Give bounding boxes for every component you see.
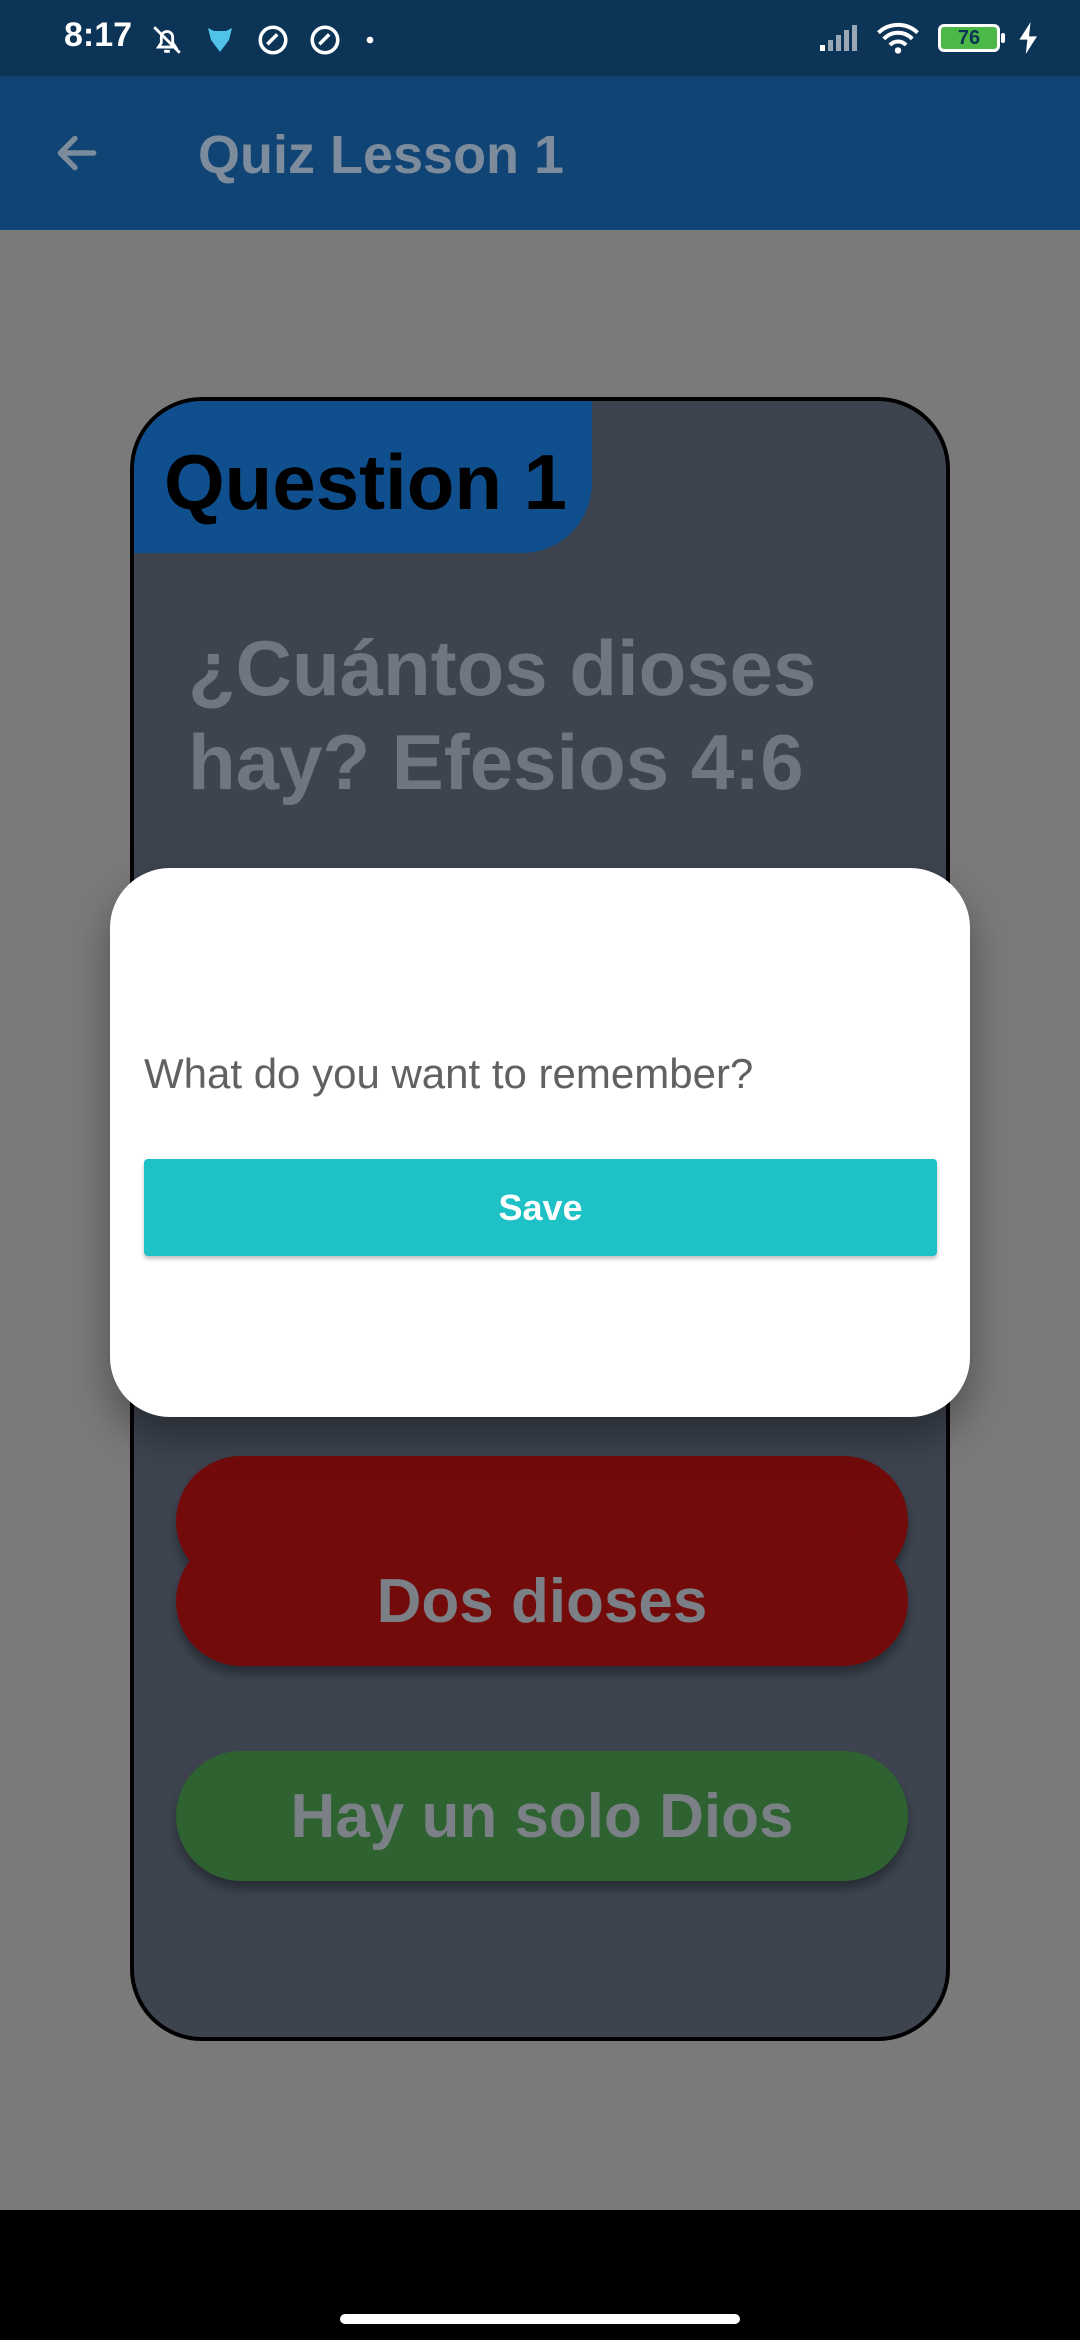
dot-icon xyxy=(366,36,374,44)
notification-icons xyxy=(150,22,380,58)
signal-icon xyxy=(820,25,857,51)
question-text: ¿Cuántos dioses hay? Efesios 4:6 xyxy=(188,624,817,806)
at-icon xyxy=(258,25,288,55)
app-logo-icon xyxy=(208,28,232,52)
page-title: Quiz Lesson 1 xyxy=(198,125,565,185)
save-button[interactable]: Save xyxy=(144,1159,937,1256)
question-badge: Question 1 xyxy=(134,401,592,553)
charging-icon xyxy=(1019,22,1037,54)
bell-off-icon xyxy=(153,26,181,54)
status-time: 8:17 xyxy=(64,16,133,54)
remember-dialog: What do you want to remember? Save xyxy=(110,868,970,1417)
dialog-prompt: What do you want to remember? xyxy=(144,1050,754,1097)
question-number: Question 1 xyxy=(164,438,568,526)
system-icons: 76 xyxy=(818,22,1040,54)
battery-icon: 76 xyxy=(938,24,1005,52)
app-bar: Quiz Lesson 1 xyxy=(0,76,1080,230)
navigation-bar xyxy=(0,2210,1080,2340)
at-icon xyxy=(310,25,340,55)
answer-option-un-solo-dios[interactable]: Hay un solo Dios xyxy=(176,1751,908,1881)
wifi-icon xyxy=(877,22,919,54)
status-bar: 8:17 76 xyxy=(0,0,1080,76)
arrow-left-icon xyxy=(57,135,97,171)
answer-option-dos-dioses[interactable]: Dos dioses xyxy=(176,1536,908,1666)
back-button[interactable] xyxy=(40,116,114,190)
home-indicator[interactable] xyxy=(340,2314,740,2324)
